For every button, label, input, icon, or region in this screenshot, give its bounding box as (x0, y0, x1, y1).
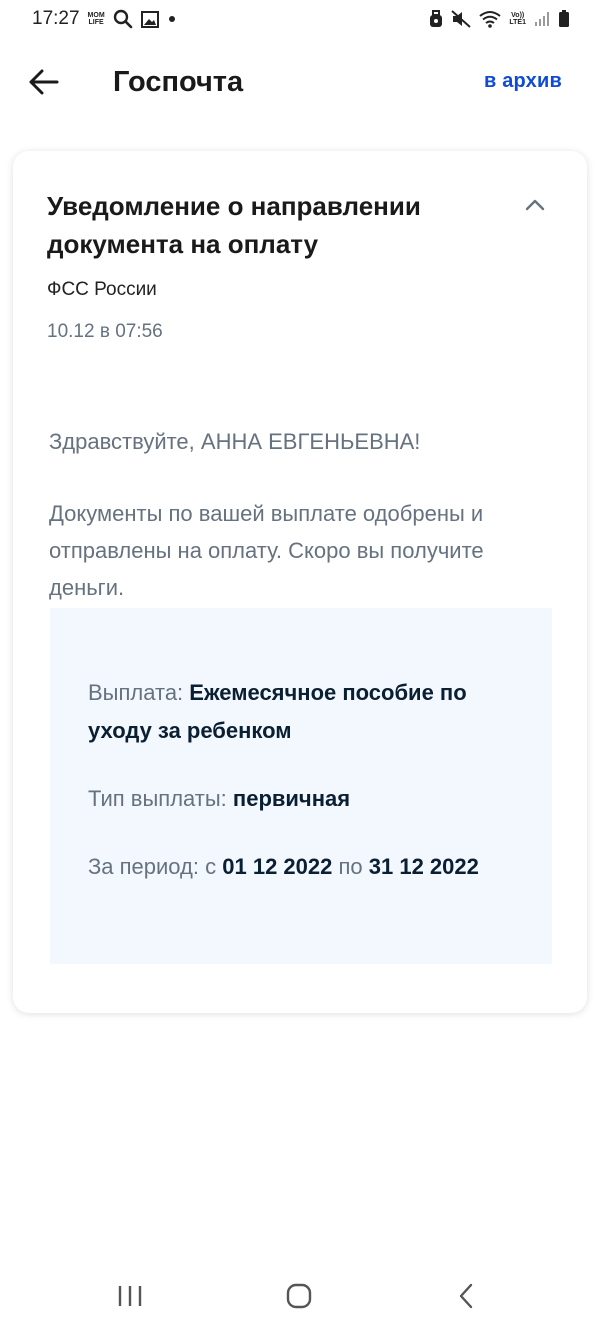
wifi-icon (479, 10, 502, 28)
back-button[interactable] (24, 62, 64, 102)
search-icon (113, 9, 133, 29)
page-title: Госпочта (113, 66, 244, 98)
status-left: 17:27 MOM LIFE (32, 8, 177, 30)
mom-life-icon: MOM LIFE (87, 12, 105, 26)
message-card: Уведомление о направлении документа на о… (13, 151, 587, 1013)
period-label: За период: с (88, 854, 217, 879)
payment-details: Выплата: Ежемесячное пособие по уходу за… (50, 608, 552, 964)
collapse-button[interactable] (521, 191, 549, 219)
app-header: Госпочта в архив (0, 52, 600, 112)
message-sender: ФСС России (47, 279, 157, 300)
battery-icon (558, 10, 570, 28)
system-nav-bar (0, 1262, 600, 1332)
arrow-left-icon (29, 69, 59, 95)
payment-type-value: первичная (232, 786, 351, 811)
home-icon (286, 1283, 312, 1309)
mute-icon (451, 10, 472, 28)
system-back-button[interactable] (444, 1278, 488, 1314)
payment-type-label: Тип выплаты: (88, 786, 227, 811)
status-bar: 17:27 MOM LIFE Vo)) LTE1 (0, 0, 600, 38)
dot-icon (167, 14, 177, 24)
signal-icon (534, 11, 550, 27)
status-time: 17:27 (32, 8, 80, 29)
message-body: Документы по вашей выплате одобрены и от… (49, 501, 484, 600)
image-icon (140, 10, 159, 28)
recent-apps-button[interactable] (108, 1278, 152, 1314)
status-right: Vo)) LTE1 (429, 10, 570, 28)
recent-apps-icon (118, 1286, 142, 1306)
payment-type-row: Тип выплаты: первичная (88, 780, 518, 818)
archive-button[interactable]: в архив (484, 70, 562, 93)
message-greeting: Здравствуйте, АННА ЕВГЕНЬЕВНА! (49, 429, 421, 454)
home-button[interactable] (277, 1278, 321, 1314)
period-from: 01 12 2022 (222, 854, 333, 879)
back-icon (459, 1283, 473, 1309)
payment-period-row: За период: с 01 12 2022 по 31 12 2022 (88, 848, 518, 886)
alarm-icon (429, 10, 443, 28)
period-separator: по (338, 854, 363, 879)
message-date: 10.12 в 07:56 (47, 321, 163, 342)
period-to: 31 12 2022 (368, 854, 479, 879)
volte-icon: Vo)) LTE1 (509, 12, 526, 26)
payment-row: Выплата: Ежемесячное пособие по уходу за… (88, 674, 518, 750)
message-title: Уведомление о направлении документа на о… (47, 191, 421, 259)
chevron-up-icon (525, 199, 545, 211)
payment-label: Выплата: (88, 680, 184, 705)
